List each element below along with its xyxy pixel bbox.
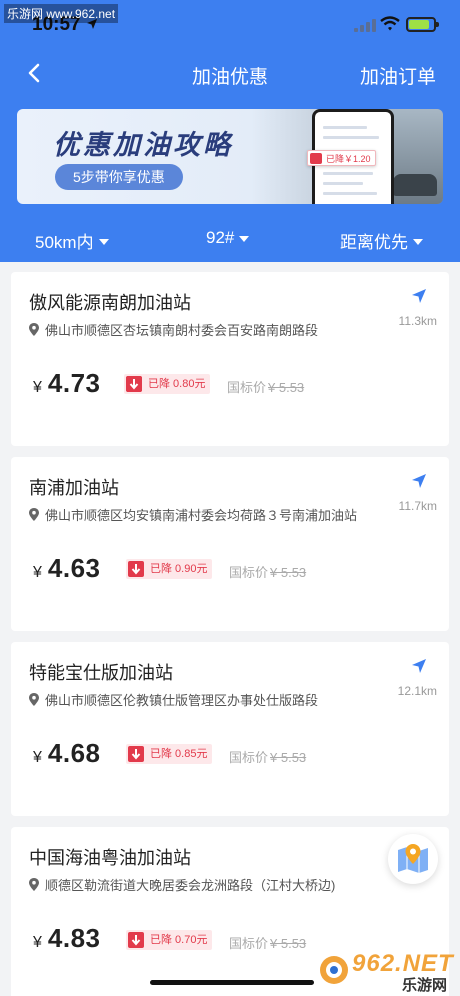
price-row: ¥ 4.63 — [33, 553, 101, 583]
station-name: 特能宝仕版加油站 — [29, 663, 173, 683]
filter-distance[interactable]: 50km内 — [35, 228, 109, 253]
standard-price: 国标价 ¥ 5.53 — [229, 936, 307, 951]
filter-sort[interactable]: 距离优先 — [340, 228, 423, 253]
promo-banner[interactable]: 优惠加油攻略 5步带你享优惠 已降￥1.20 — [17, 109, 443, 204]
down-arrow-icon — [128, 561, 144, 577]
navigate-icon[interactable] — [411, 288, 427, 304]
price-row: ¥ 4.68 — [33, 738, 101, 768]
discount-badge: 已降 0.85元 — [126, 744, 213, 764]
map-view-button[interactable] — [388, 834, 438, 884]
location-pin-icon — [29, 878, 39, 891]
navigate-icon[interactable] — [411, 658, 427, 674]
price-row: ¥ 4.73 — [33, 368, 101, 398]
watermark-logo: 962.NET 乐游网 — [318, 944, 458, 994]
nav-bar: 加油优惠 加油订单 — [0, 52, 460, 96]
watermark-top: 乐游网 www.962.net — [4, 4, 119, 23]
station-distance: 12.1km — [397, 684, 437, 698]
signal-icon — [354, 18, 376, 32]
station-name: 中国海油粤油加油站 — [29, 848, 191, 868]
station-address: 佛山市顺德区伦教镇仕版管理区办事处仕版路段 — [29, 690, 318, 709]
caret-down-icon — [98, 238, 109, 245]
discount-badge: 已降 0.80元 — [124, 374, 211, 394]
station-card[interactable]: 南浦加油站 佛山市顺德区均安镇南浦村委会均荷路３号南浦加油站 11.7km ¥ … — [11, 457, 449, 631]
station-address: 佛山市顺德区均安镇南浦村委会均荷路３号南浦加油站 — [29, 505, 357, 524]
battery-icon — [406, 17, 439, 32]
discount-badge: 已降 0.70元 — [126, 930, 213, 950]
station-name: 傲风能源南朗加油站 — [29, 293, 191, 313]
station-address: 佛山市顺德区杏坛镇南朗村委会百安路南朗路段 — [29, 320, 318, 339]
phone-discount-badge: 已降￥1.20 — [307, 150, 376, 166]
banner-title: 优惠加油攻略 — [53, 130, 233, 160]
station-distance: 11.7km — [398, 499, 437, 513]
location-pin-icon — [29, 323, 39, 336]
watermark-emblem-icon — [320, 956, 348, 984]
banner-pill: 5步带你享优惠 — [55, 164, 183, 190]
station-price: 4.63 — [47, 553, 101, 583]
fuel-orders-link[interactable]: 加油订单 — [360, 62, 436, 89]
station-price: 4.73 — [47, 368, 101, 398]
station-distance: 11.3km — [398, 314, 437, 328]
phone-illustration: 已降￥1.20 — [307, 109, 394, 204]
station-card[interactable]: 傲风能源南朗加油站 佛山市顺德区杏坛镇南朗村委会百安路南朗路段 11.3km ¥… — [11, 272, 449, 446]
filter-fuel-grade[interactable]: 92# — [206, 228, 250, 248]
price-row: ¥ 4.83 — [33, 923, 101, 953]
map-icon — [398, 844, 428, 873]
station-card[interactable]: 特能宝仕版加油站 佛山市顺德区伦教镇仕版管理区办事处仕版路段 12.1km ¥ … — [11, 642, 449, 816]
station-name: 南浦加油站 — [29, 478, 119, 498]
down-arrow-icon — [128, 932, 144, 948]
standard-price: 国标价 ¥ 5.53 — [227, 380, 305, 395]
station-address: 顺德区勒流街道大晚居委会龙洲路段（江村大桥边) — [29, 875, 335, 894]
station-price: 4.83 — [47, 923, 101, 953]
station-price: 4.68 — [47, 738, 101, 768]
caret-down-icon — [413, 238, 423, 245]
home-indicator — [150, 980, 314, 985]
caret-down-icon — [239, 236, 250, 242]
location-pin-icon — [29, 508, 39, 521]
down-arrow-icon — [126, 376, 142, 392]
location-pin-icon — [29, 693, 39, 706]
navigate-icon[interactable] — [411, 473, 427, 489]
down-arrow-icon — [128, 746, 144, 762]
filter-bar: 50km内 92# 距离优先 — [0, 220, 460, 260]
wifi-icon — [380, 16, 400, 31]
car-shape — [393, 174, 437, 196]
standard-price: 国标价 ¥ 5.53 — [229, 750, 307, 765]
standard-price: 国标价 ¥ 5.53 — [229, 565, 307, 580]
discount-badge: 已降 0.90元 — [126, 559, 213, 579]
